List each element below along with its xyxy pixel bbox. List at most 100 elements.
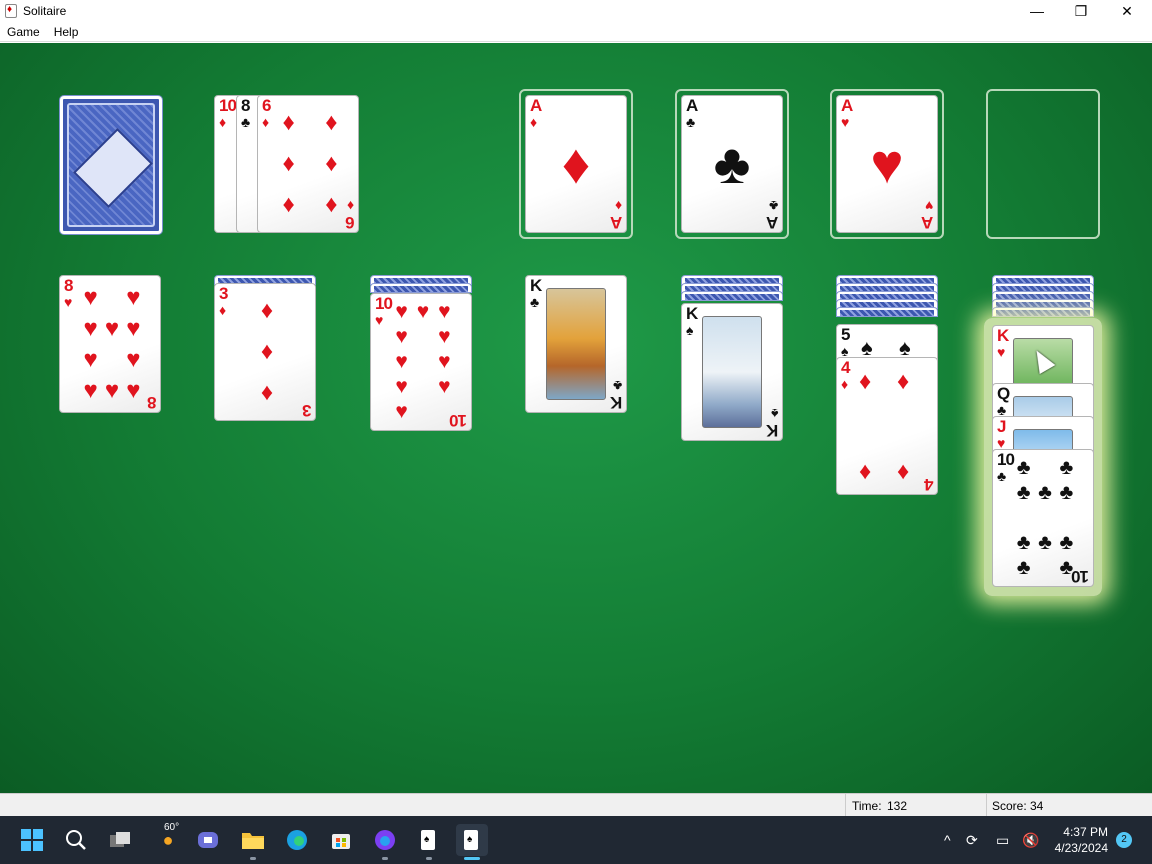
card-suit: ♥ — [997, 435, 1006, 451]
pip: ♣ — [1059, 456, 1074, 480]
stock-pile[interactable] — [60, 96, 162, 234]
card-rank: 10 — [375, 294, 393, 313]
restore-button[interactable]: ❐ — [1058, 0, 1104, 22]
facedown-card — [370, 283, 472, 293]
pip: ♥ — [83, 345, 98, 373]
foundation-3-card[interactable]: A ♥ ♥ A ♥ — [836, 95, 938, 233]
foundation-1-card[interactable]: A ♦ ♦ A ♦ — [525, 95, 627, 233]
pip: ♦ — [325, 108, 338, 136]
tableau-5-card[interactable]: K ♠ K ♠ — [681, 303, 783, 441]
network-icon[interactable]: ▭ — [996, 816, 1009, 864]
microsoft-store-icon[interactable] — [325, 824, 357, 856]
windows-logo-icon — [21, 829, 43, 851]
pip: ♥ — [104, 314, 120, 342]
pip: ♥ — [395, 300, 408, 324]
pip: ♦ — [260, 337, 274, 365]
card-suit-bottom: ♣ — [612, 378, 622, 394]
score-label: Score: — [992, 799, 1027, 813]
search-icon[interactable] — [60, 824, 92, 856]
svg-text:♠: ♠ — [467, 834, 473, 845]
card-rank: K — [530, 276, 542, 295]
card-pips: ♣ ♣ ♣ ♣ ♣ ♣ ♣ ♣ ♣ ♣ — [1013, 456, 1077, 580]
svg-text:♠: ♠ — [424, 834, 430, 845]
foundation-1-suit-bottom: ♦ — [614, 198, 622, 214]
pip: ♣ — [1038, 481, 1052, 505]
card-suit-bottom: ♠ — [770, 406, 778, 422]
card-rank: K — [997, 326, 1009, 345]
tableau-3-card[interactable]: 10 ♥ ♥ ♥ ♥ ♥ ♥ ♥ ♥ ♥ ♥ ♥ 10 — [370, 293, 472, 431]
taskbar: ● 60° ♠ ♠ ^ ⟳ ▭ 🔇 4:37 PM 4/23/2024 2 — [0, 816, 1152, 864]
pip: ♥ — [395, 374, 408, 398]
tableau-4-card[interactable]: K ♣ K ♣ — [525, 275, 627, 413]
solitaire-active-taskbar-icon[interactable]: ♠ — [456, 824, 488, 860]
pip: ♥ — [83, 376, 98, 404]
heart-icon: ♥ — [870, 132, 904, 195]
waste-2-suit: ♣ — [241, 114, 251, 130]
waste-top-rank: 6 — [262, 96, 272, 115]
pip: ♥ — [438, 374, 451, 398]
card-rank-bottom: 4 — [924, 475, 933, 494]
card-suit: ♠ — [686, 322, 694, 338]
foundation-3-suit-bottom: ♥ — [924, 198, 933, 214]
weather-widget[interactable]: ● 60° — [150, 822, 186, 856]
score-value: 34 — [1030, 799, 1044, 813]
firefox-icon[interactable] — [369, 824, 401, 860]
pip: ♣ — [1059, 481, 1074, 505]
facedown-card — [681, 291, 783, 301]
time-label: Time: — [852, 799, 882, 813]
game-board: 10 ♦ 8 ♣ 6 ♦ ♦ ♦ ♦ ♦ ♦ ♦ 6 ♦ A ♦ ♦ A ♦ A ♣ … — [0, 43, 1152, 793]
pip: ♥ — [126, 345, 141, 373]
pip: ♥ — [395, 325, 408, 349]
start-button[interactable] — [16, 824, 48, 856]
system-clock[interactable]: 4:37 PM 4/23/2024 — [1050, 824, 1108, 856]
card-suit: ♦ — [841, 376, 849, 392]
clock-date: 4/23/2024 — [1054, 841, 1108, 855]
pip: ♦ — [325, 191, 338, 219]
facedown-card — [992, 307, 1094, 317]
sync-icon[interactable]: ⟳ — [966, 816, 978, 864]
card-rank-bottom: 10 — [450, 411, 467, 430]
foundation-2-rank-bottom: A — [766, 213, 778, 232]
menu-help[interactable]: Help — [47, 25, 86, 39]
notification-badge[interactable]: 2 — [1116, 832, 1132, 848]
pip: ♥ — [104, 376, 120, 404]
pip: ♣ — [1016, 530, 1031, 554]
card-rank: 4 — [841, 358, 851, 377]
waste-2-rank: 8 — [241, 96, 251, 115]
foundation-2-rank: A — [686, 96, 698, 115]
pip: ♥ — [395, 349, 408, 373]
waste-top-suit: ♦ — [262, 114, 270, 130]
card-rank: J — [997, 417, 1007, 436]
tableau-7-card-4[interactable]: 10 ♣ ♣ ♣ ♣ ♣ ♣ ♣ ♣ ♣ ♣ ♣ 10 — [992, 449, 1094, 587]
pip: ♦ — [260, 296, 274, 324]
card-rank: 5 — [841, 325, 851, 344]
tableau-2-card[interactable]: 3 ♦ ♦ ♦ ♦ 3 — [214, 283, 316, 421]
chevron-up-icon[interactable]: ^ — [944, 816, 951, 864]
foundation-slot-4-empty[interactable] — [986, 89, 1100, 239]
card-rank-bottom: 3 — [302, 401, 311, 420]
card-suit: ♠ — [841, 343, 849, 359]
close-button[interactable]: ✕ — [1104, 0, 1150, 22]
solitaire-taskbar-icon[interactable]: ♠ — [413, 824, 445, 860]
volume-muted-icon[interactable]: 🔇 — [1022, 816, 1039, 864]
file-explorer-icon[interactable] — [237, 824, 269, 860]
minimize-button[interactable]: — — [1014, 0, 1060, 22]
card-rank: 10 — [997, 450, 1015, 469]
edge-browser-icon[interactable] — [281, 824, 313, 856]
menu-game[interactable]: Game — [0, 25, 47, 39]
task-view-icon[interactable] — [104, 824, 136, 856]
teams-chat-icon[interactable] — [192, 824, 224, 856]
solitaire-app-icon — [5, 4, 17, 18]
facedown-card — [836, 307, 938, 317]
tableau-1-card[interactable]: 8 ♥ ♥ ♥ ♥ ♥ ♥ ♥ ♥ ♥ ♥ ♥ 8 — [59, 275, 161, 413]
tableau-6-card-2[interactable]: 4 ♦ ♦ ♦ ♦ ♦ 4 — [836, 357, 938, 495]
pip: ♦ — [897, 458, 910, 485]
foundation-3-suit: ♥ — [841, 114, 850, 130]
king-winter-tree-art — [702, 316, 762, 428]
pip: ♣ — [1038, 530, 1052, 554]
waste-card-top[interactable]: 6 ♦ ♦ ♦ ♦ ♦ ♦ ♦ 6 ♦ — [257, 95, 359, 233]
foundation-2-card[interactable]: A ♣ ♣ A ♣ — [681, 95, 783, 233]
waste-top-rank-bottom: 6 — [345, 213, 354, 232]
foundation-3-rank-bottom: A — [921, 213, 933, 232]
card-suit: ♣ — [997, 468, 1007, 484]
